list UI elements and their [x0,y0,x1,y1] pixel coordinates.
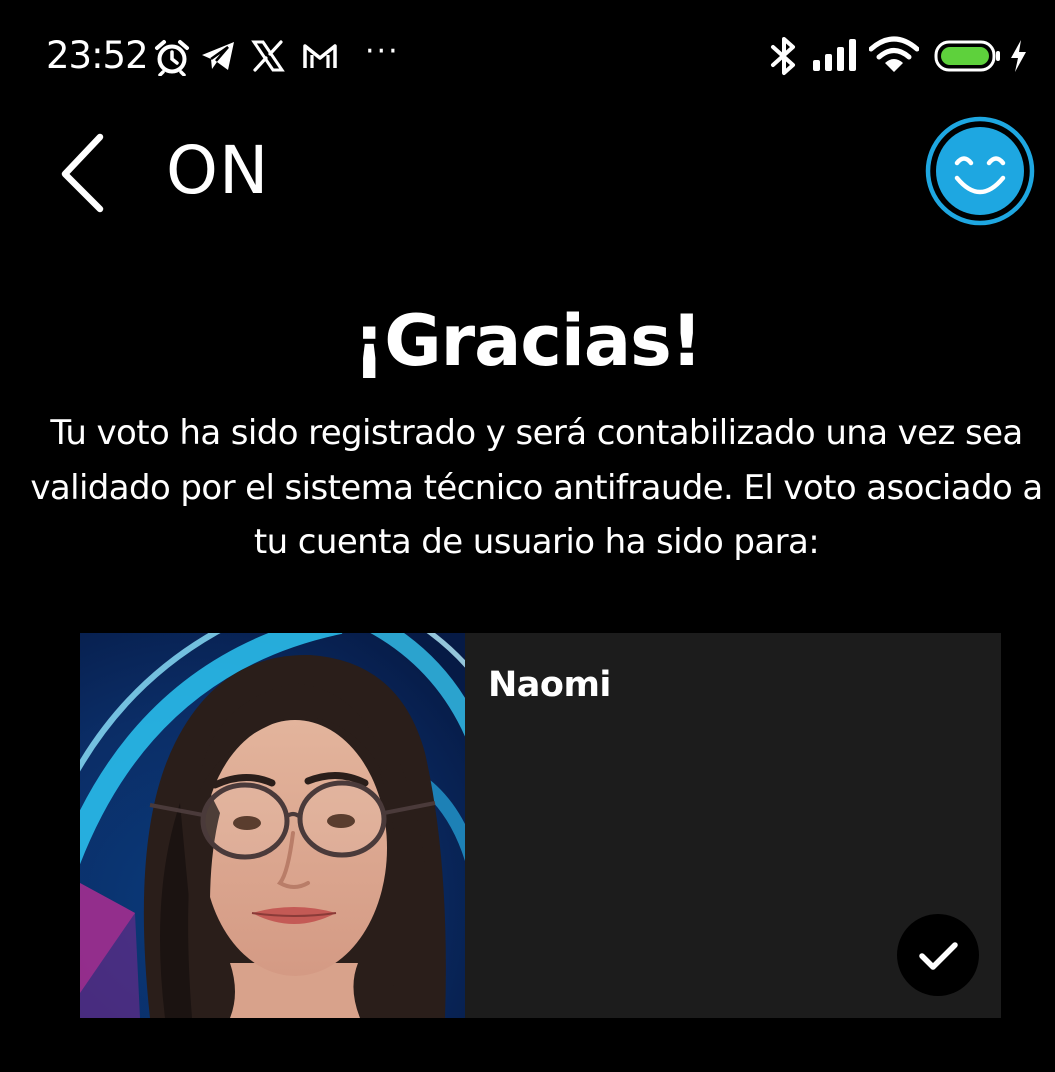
page-title: ON [166,132,270,209]
selected-check-badge [897,914,979,996]
candidate-name: Naomi [488,665,611,705]
battery-icon [934,40,1000,72]
chevron-left-icon [61,133,104,213]
status-time: 23:52 [46,34,149,77]
candidate-photo [80,633,465,1018]
x-icon [251,40,285,72]
smiley-face-icon [925,116,1035,226]
checkmark-icon [919,942,958,970]
thanks-message: Tu voto ha sido registrado y será contab… [30,413,1043,562]
bluetooth-icon [771,37,795,75]
signal-icon [813,39,856,71]
status-bar: 23:52 ··· [0,0,1055,110]
more-notifications-icon: ··· [365,34,400,69]
thanks-title: ¡Gracias! [353,300,702,382]
gmail-icon [303,44,337,68]
charging-icon [1011,40,1026,72]
profile-avatar-button[interactable] [925,116,1035,226]
back-button[interactable] [48,128,118,218]
alarm-icon [155,40,189,76]
telegram-icon [202,42,234,70]
vote-card: Naomi [80,633,1001,1018]
wifi-icon [869,36,919,72]
